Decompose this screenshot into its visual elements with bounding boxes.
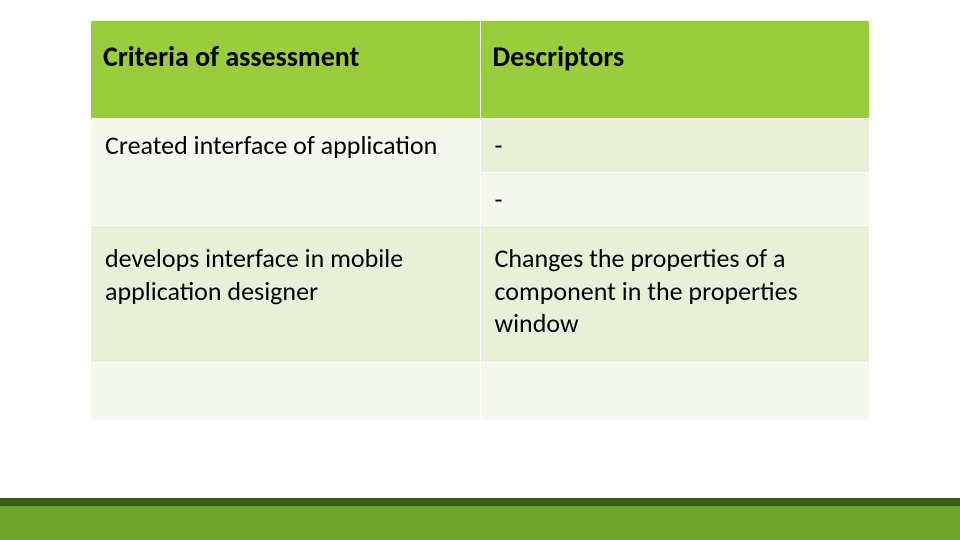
table-row: [91, 362, 870, 420]
criteria-cell: Created interface of application: [91, 119, 481, 226]
criteria-cell: develops interface in mobile application…: [91, 226, 481, 363]
descriptor-cell: Changes the properties of a component in…: [480, 226, 870, 363]
assessment-table: Criteria of assessment Descriptors Creat…: [90, 20, 870, 421]
table-header-row: Criteria of assessment Descriptors: [91, 21, 870, 119]
slide: Criteria of assessment Descriptors Creat…: [0, 0, 960, 540]
descriptor-cell: -: [480, 119, 870, 173]
header-descriptors: Descriptors: [480, 21, 870, 119]
header-criteria: Criteria of assessment: [91, 21, 481, 119]
table-row: Created interface of application -: [91, 119, 870, 173]
footer-bar: [0, 498, 960, 540]
table-row: develops interface in mobile application…: [91, 226, 870, 363]
criteria-cell: [91, 362, 481, 420]
descriptor-cell: [480, 362, 870, 420]
descriptor-cell: -: [480, 172, 870, 226]
